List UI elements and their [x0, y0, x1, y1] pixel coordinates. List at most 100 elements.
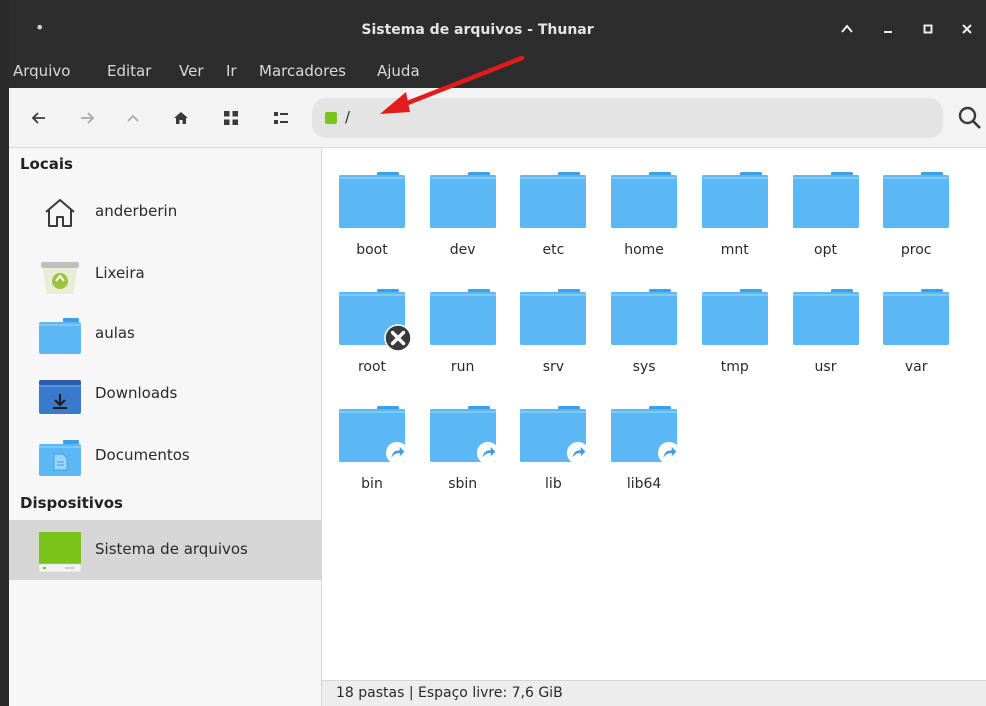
folder-item-bin[interactable]: bin: [330, 382, 420, 492]
folder-name: lib: [545, 476, 562, 492]
symlink-arrow-icon: [476, 441, 499, 465]
home-icon: [174, 112, 188, 124]
folder-icon: [429, 172, 496, 228]
folder-name: var: [904, 359, 928, 375]
symlink-arrow-icon: [385, 441, 409, 465]
maximize-button[interactable]: [915, 18, 941, 44]
folder-name: opt: [814, 242, 837, 258]
folder-icon: [39, 318, 81, 354]
folder-icon: [611, 172, 678, 228]
list-view-button[interactable]: [269, 106, 293, 130]
sidebar-item-anderberin[interactable]: anderberin: [9, 182, 322, 242]
folder-item-srv[interactable]: srv: [511, 265, 601, 375]
folder-name: sys: [632, 359, 656, 375]
up-button[interactable]: [121, 106, 145, 130]
arrow-left-icon: [31, 112, 45, 124]
folder-name: home: [624, 242, 664, 258]
folder-item-var[interactable]: var: [874, 265, 964, 375]
folder-icon: [520, 289, 587, 345]
sidebar-item-sistema-de-arquivos[interactable]: Sistema de arquivos: [9, 520, 322, 580]
home-outline-icon: [45, 199, 75, 227]
folder-item-proc[interactable]: proc: [874, 148, 964, 258]
folder-name: lib64: [626, 476, 662, 492]
folder-item-dev[interactable]: dev: [421, 148, 511, 258]
folder-item-usr[interactable]: usr: [784, 265, 874, 375]
folder-name: srv: [542, 359, 565, 375]
menu-bar: Arquivo Editar Ver Ir Marcadores Ajuda: [9, 58, 986, 88]
close-button[interactable]: [954, 18, 980, 44]
folder-icon: [701, 289, 768, 345]
folder-icon: [429, 289, 496, 345]
folder-name: root: [357, 359, 387, 375]
folder-name: etc: [542, 242, 565, 258]
sidebar-section-dispositivos: Dispositivos: [20, 494, 123, 512]
menu-arquivo[interactable]: Arquivo: [13, 62, 70, 80]
home-button[interactable]: [169, 106, 193, 130]
file-view[interactable]: boot dev etc home mnt opt proc root run srv sys tmp…: [322, 148, 986, 680]
sidebar-item-lixeira[interactable]: Lixeira: [9, 244, 322, 304]
location-path[interactable]: /: [345, 108, 350, 126]
drive-icon: [38, 532, 82, 573]
menu-ajuda[interactable]: Ajuda: [377, 62, 420, 80]
sidebar-item-label: Documentos: [95, 446, 190, 464]
arrow-right-icon: [81, 112, 95, 124]
drive-icon: [325, 112, 337, 124]
folder-item-root[interactable]: root: [330, 265, 420, 375]
folder-icon: [611, 289, 678, 345]
folder-item-mnt[interactable]: mnt: [693, 148, 783, 258]
folder-icon: [701, 172, 768, 228]
folder-item-home[interactable]: home: [602, 148, 692, 258]
folder-icon: [883, 172, 950, 228]
folder-item-tmp[interactable]: tmp: [693, 265, 783, 375]
menu-marcadores[interactable]: Marcadores: [259, 62, 346, 80]
status-bar: 18 pastas | Espaço livre: 7,6 GiB: [322, 680, 986, 706]
documents-folder-icon: [39, 440, 81, 476]
menu-ir[interactable]: Ir: [226, 62, 237, 80]
forward-button[interactable]: [75, 106, 99, 130]
toolbar: /: [9, 88, 986, 148]
folder-name: usr: [814, 359, 837, 375]
folder-item-run[interactable]: run: [421, 265, 511, 375]
folder-icon: [339, 172, 405, 228]
folder-item-etc[interactable]: etc: [511, 148, 601, 258]
folder-icon: [792, 289, 859, 345]
no-access-icon: [384, 324, 412, 352]
location-bar[interactable]: /: [312, 98, 943, 138]
folder-item-lib[interactable]: lib: [511, 382, 601, 492]
sidebar-item-documentos[interactable]: Documentos: [9, 426, 322, 486]
sidebar-item-label: anderberin: [95, 202, 178, 220]
folder-name: bin: [361, 476, 383, 492]
trash-icon: [41, 262, 79, 294]
menu-ver[interactable]: Ver: [179, 62, 204, 80]
folder-icon: [883, 289, 950, 345]
sidebar-item-aulas[interactable]: aulas: [9, 304, 322, 364]
folder-icon: [520, 172, 587, 228]
folder-name: tmp: [720, 359, 749, 375]
folder-name: sbin: [448, 476, 478, 492]
grid-view-icon: [224, 111, 238, 125]
maximize-toggle-button[interactable]: [834, 18, 860, 44]
folder-icon: [792, 172, 859, 228]
chevron-up-icon: [841, 24, 853, 33]
symlink-arrow-icon: [567, 441, 590, 465]
minimize-button[interactable]: [875, 18, 901, 44]
back-button[interactable]: [27, 106, 51, 130]
folder-item-sys[interactable]: sys: [602, 265, 692, 375]
folder-name: dev: [449, 242, 476, 258]
downloads-folder-icon: [39, 380, 81, 414]
menu-editar[interactable]: Editar: [107, 62, 151, 80]
folder-item-boot[interactable]: boot: [330, 148, 420, 258]
sidebar-item-label: Lixeira: [95, 264, 145, 282]
sidebar-section-locais: Locais: [20, 155, 73, 173]
sidebar-item-label: Sistema de arquivos: [95, 540, 248, 558]
sidebar-item-label: Downloads: [95, 384, 178, 402]
search-button[interactable]: [957, 105, 983, 131]
icon-view-button[interactable]: [219, 106, 243, 130]
sidebar: Locais anderberin Lixeira aulas Download…: [9, 148, 322, 706]
folder-item-opt[interactable]: opt: [784, 148, 874, 258]
sidebar-item-downloads[interactable]: Downloads: [9, 364, 322, 424]
title-bar[interactable]: • Sistema de arquivos - Thunar: [9, 0, 986, 58]
folder-item-sbin[interactable]: sbin: [421, 382, 511, 492]
search-icon: [958, 106, 981, 129]
folder-item-lib64[interactable]: lib64: [602, 382, 692, 492]
